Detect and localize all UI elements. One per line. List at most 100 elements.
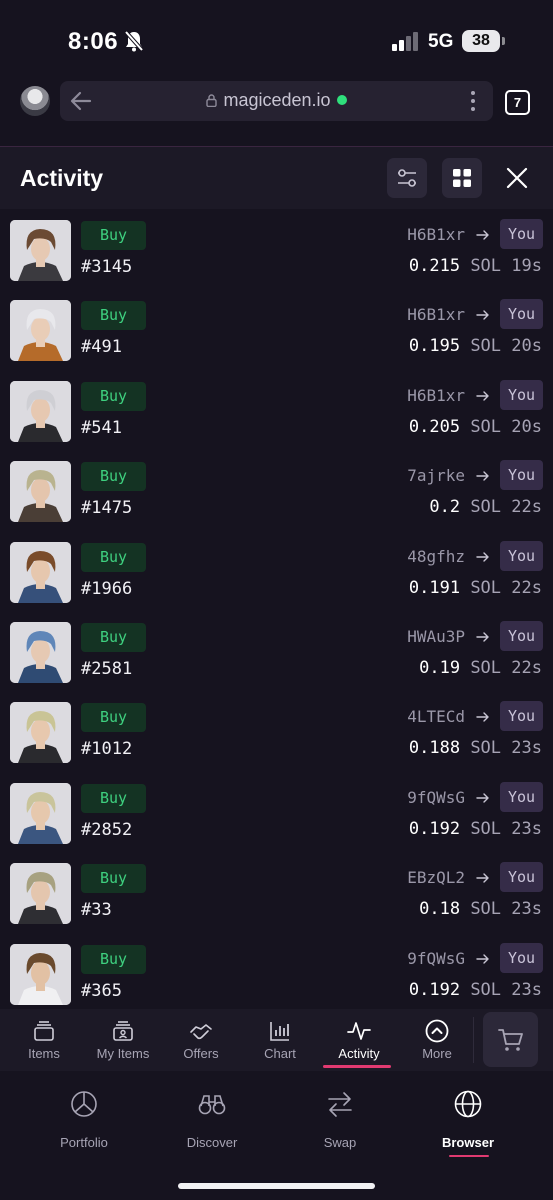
buy-badge: Buy [81,703,146,733]
from-address[interactable]: 9fQWsG [407,788,465,807]
activity-row[interactable]: Buy #1475 7ajrke You 0.2 SOL 22s [0,450,553,530]
nft-thumbnail[interactable] [10,461,71,523]
to-address-badge[interactable]: You [500,942,543,973]
from-address[interactable]: EBzQL2 [407,868,465,887]
nft-thumbnail[interactable] [10,863,71,925]
to-address-badge[interactable]: You [500,299,543,330]
activity-row[interactable]: Buy #491 H6B1xr You 0.195 SOL 20s [0,289,553,369]
nft-thumbnail[interactable] [10,782,71,844]
more-vertical-icon[interactable] [471,90,475,112]
offers-icon [190,1024,212,1040]
tab-label: Chart [264,1046,296,1061]
address-bar[interactable]: magiceden.io [60,81,493,121]
item-id[interactable]: #3145 [81,257,132,277]
network-label: 5G [428,31,454,52]
nft-character-image [10,863,71,925]
activity-row[interactable]: Buy #1966 48gfhz You 0.191 SOL 22s [0,531,553,611]
item-id[interactable]: #33 [81,900,112,920]
nav-label: Discover [186,1135,238,1150]
nft-thumbnail[interactable] [10,300,71,362]
to-address-badge[interactable]: You [500,621,543,651]
from-address[interactable]: HWAu3P [407,627,465,646]
nft-character-image [10,380,71,442]
from-address[interactable]: H6B1xr [407,386,465,405]
to-address-badge[interactable]: You [500,219,543,249]
nft-thumbnail[interactable] [10,943,71,1005]
item-id[interactable]: #1966 [81,579,132,599]
nft-character-image [10,622,71,683]
status-bar: 8:06 5G 38 [0,0,553,72]
tab-offers[interactable]: Offers [161,1009,241,1071]
nft-thumbnail[interactable] [10,702,71,764]
tab-chart[interactable]: Chart [240,1009,320,1071]
more-icon [425,1019,449,1043]
price-value: 0.195 [408,336,461,357]
tab-activity[interactable]: Activity [319,1009,399,1071]
tab-more[interactable]: More [397,1009,477,1071]
activity-row[interactable]: Buy #1012 4LTECd You 0.188 SOL 23s [0,691,553,771]
from-address[interactable]: H6B1xr [407,305,465,324]
item-id[interactable]: #365 [81,981,122,1001]
price-value: 0.188 [408,738,461,759]
nft-thumbnail[interactable] [10,220,71,281]
from-address[interactable]: 4LTECd [407,707,465,726]
nft-character-image [10,220,71,281]
to-address-badge[interactable]: You [500,460,543,491]
grid-view-button[interactable] [442,158,482,198]
nav-discover[interactable]: Discover [157,1087,267,1157]
activity-row[interactable]: Buy #3145 H6B1xr You 0.215 SOL 19s [0,209,553,289]
buy-badge: Buy [81,221,146,250]
price: 0.19 SOL 22s [419,658,542,678]
home-indicator[interactable] [178,1183,375,1189]
from-address[interactable]: 7ajrke [407,466,465,485]
nav-portfolio[interactable]: Portfolio [29,1087,139,1157]
item-id[interactable]: #2581 [81,659,132,679]
my-items-icon [113,1021,133,1041]
activity-row[interactable]: Buy #33 EBzQL2 You 0.18 SOL 23s [0,852,553,932]
to-address-badge[interactable]: You [500,701,543,732]
binoculars-icon [198,1095,226,1115]
nav-browser[interactable]: Browser [413,1087,523,1157]
time-ago: 22s [511,658,542,678]
time-ago: 19s [511,256,542,276]
from-address[interactable]: 9fQWsG [407,949,465,968]
activity-row[interactable]: Buy #541 H6B1xr You 0.205 SOL 20s [0,370,553,450]
activity-row[interactable]: Buy #2852 9fQWsG You 0.192 SOL 23s [0,772,553,852]
nav-label: Browser [441,1135,495,1150]
activity-row[interactable]: Buy #365 9fQWsG You 0.192 SOL 23s [0,933,553,1009]
from-address[interactable]: 48gfhz [407,547,465,566]
item-id[interactable]: #2852 [81,820,132,840]
active-nav-indicator [449,1155,489,1157]
time-ago: 23s [511,738,542,759]
item-id[interactable]: #1475 [81,498,132,518]
to-address-badge[interactable]: You [500,781,543,812]
tabs-button[interactable]: 7 [505,90,530,115]
tab-items[interactable]: Items [4,1009,84,1071]
filter-button[interactable] [387,158,427,198]
to-address-badge[interactable]: You [500,862,543,893]
nft-thumbnail[interactable] [10,380,71,442]
time-ago: 22s [511,577,542,598]
nft-character-image [10,541,71,603]
tab-label: More [422,1046,452,1061]
cart-button[interactable] [483,1012,538,1067]
close-icon[interactable] [503,164,531,192]
item-id[interactable]: #541 [81,418,122,438]
nft-thumbnail[interactable] [10,622,71,683]
nft-thumbnail[interactable] [10,541,71,603]
from-address[interactable]: H6B1xr [407,225,465,244]
item-id[interactable]: #491 [81,337,122,357]
items-icon [34,1021,54,1041]
tab-my-items[interactable]: My Items [83,1009,163,1071]
avatar[interactable] [20,86,50,116]
time-ago: 22s [511,497,542,518]
to-address-badge[interactable]: You [500,379,543,410]
time-ago: 23s [511,979,542,1000]
activity-row[interactable]: Buy #2581 HWAu3P You 0.19 SOL 22s [0,611,553,691]
item-id[interactable]: #1012 [81,739,132,759]
arrow-right-icon [476,953,489,964]
to-address-badge[interactable]: You [500,540,543,571]
nav-swap[interactable]: Swap [285,1087,395,1157]
buy-badge: Buy [81,301,146,331]
chart-icon [270,1022,289,1041]
